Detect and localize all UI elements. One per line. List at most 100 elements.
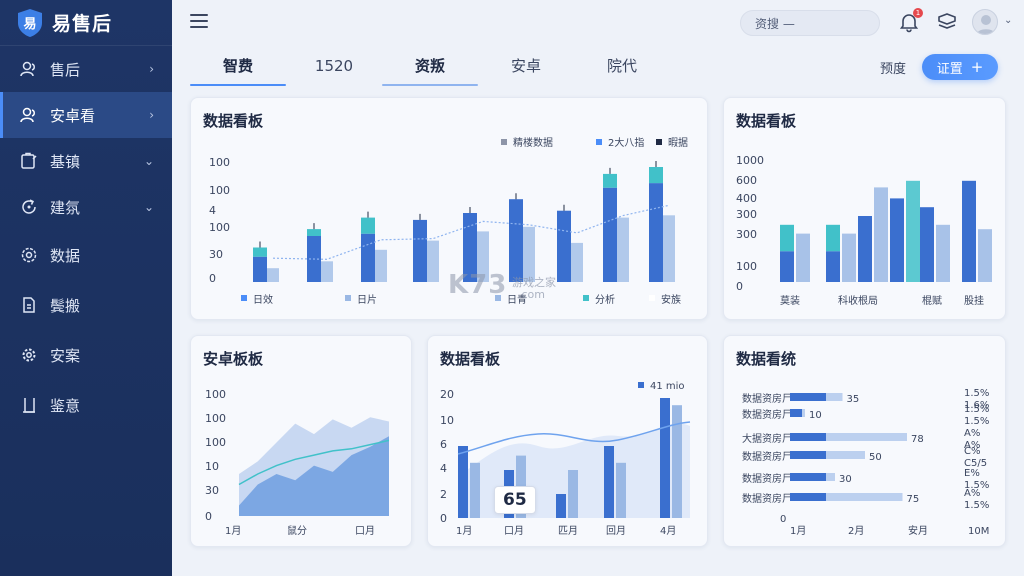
x-tick-label: 科收根局 xyxy=(838,294,878,307)
sidebar-item-label: 安卓看 xyxy=(50,106,96,125)
right-label: A% xyxy=(964,488,980,499)
card-data-board-2: 数据看板 1000 600 400 300 300 100 0 莫装 科收根局 棍赋 股挂 xyxy=(723,97,1006,320)
area-chart: 100 100 100 10 30 0 1月 鼠分 口月 xyxy=(205,388,390,537)
y-tick-label: 30 xyxy=(205,484,219,497)
add-button[interactable]: 证置 + xyxy=(922,54,998,80)
row-label: 数据资房尸 xyxy=(742,492,792,505)
avatar[interactable] xyxy=(972,9,998,35)
sidebar-item-review[interactable]: 鉴意 xyxy=(0,380,172,430)
tab-bar: 智费 1520 资叛 安卓 院代 xyxy=(190,50,670,86)
tab-1520[interactable]: 1520 xyxy=(286,50,382,86)
x-tick-label: 0 xyxy=(780,514,786,525)
y-tick-label: 100 xyxy=(205,412,226,425)
right-label: C% xyxy=(964,446,980,457)
sidebar-item-label: 安案 xyxy=(50,346,81,365)
watermark-logo: K73 xyxy=(448,270,508,300)
notification-badge: 1 xyxy=(913,8,923,18)
bar-top xyxy=(361,217,375,234)
bar-top xyxy=(826,224,840,252)
bar-main xyxy=(253,256,267,282)
y-tick-label: 0 xyxy=(440,512,447,525)
brand[interactable]: 易 易售后 xyxy=(0,0,172,46)
bar-main xyxy=(826,251,840,282)
bar-top xyxy=(780,224,794,252)
x-tick-label: 口月 xyxy=(504,525,524,537)
combo-chart: 41 mio201064201月 口月 匹月 回月 4月 xyxy=(440,381,691,537)
y-tick-label: 100 xyxy=(205,388,226,401)
x-tick-label: 股挂 xyxy=(964,294,984,307)
bar-chart-2: 10006004003003001000莫装 科收根局 棍赋 股挂 xyxy=(736,154,992,307)
chevron-down-icon: ⌄ xyxy=(143,154,154,168)
legend-swatch xyxy=(596,139,602,145)
bar-value: 50 xyxy=(869,452,882,463)
users-icon xyxy=(20,107,35,123)
bar-light xyxy=(568,470,578,518)
bar-light xyxy=(936,224,950,282)
sidebar-item-document[interactable]: 鬓搬 xyxy=(0,280,172,330)
bar-main xyxy=(458,446,468,518)
app-name: 易售后 xyxy=(52,13,113,35)
sidebar-item-android-view[interactable]: 安卓看 › xyxy=(0,92,172,138)
x-tick-label: 口月 xyxy=(355,525,375,537)
sidebar-item-label: 鬓搬 xyxy=(50,296,81,315)
bar-main xyxy=(557,210,571,282)
x-legend-swatch xyxy=(583,295,589,301)
x-legend-swatch xyxy=(649,295,655,301)
bar-top xyxy=(253,247,267,257)
card-data-board-3: 数据看板 41 mio 20 10 6 4 2 0 1月 口月 匹月 回月 4月 65 xyxy=(427,335,708,547)
y-tick-label: 100 xyxy=(205,436,226,449)
bar-main xyxy=(962,180,976,282)
y-tick-label: 1000 xyxy=(736,154,764,167)
y-tick-label: 600 xyxy=(736,174,757,187)
sidebar-item-label: 数据 xyxy=(50,246,81,265)
sidebar-item-label: 鉴意 xyxy=(50,396,81,415)
sidebar-item-data[interactable]: 数据 xyxy=(0,230,172,280)
sidebar-item-base[interactable]: 基镇 ⌄ xyxy=(0,138,172,184)
bar-value: 78 xyxy=(911,434,924,445)
legend-swatch xyxy=(501,139,507,145)
bar-light xyxy=(874,187,888,282)
y-tick-label: 6 xyxy=(440,438,447,451)
legend-label: 精楼数据 xyxy=(513,136,553,149)
hamburger-menu-icon[interactable] xyxy=(190,14,208,30)
row-label: 大据资房尸 xyxy=(742,432,792,445)
user-icon xyxy=(20,61,35,77)
plus-icon: + xyxy=(970,58,984,76)
tab-android[interactable]: 安卓 xyxy=(478,50,574,86)
x-tick-label: 安月 xyxy=(908,524,928,537)
bar-light xyxy=(427,240,439,282)
tab-agent[interactable]: 院代 xyxy=(574,50,670,86)
x-tick-label: 1月 xyxy=(225,525,241,537)
legend-label: 暇据 xyxy=(668,136,688,149)
bar-light xyxy=(978,229,992,282)
x-tick-label: 棍赋 xyxy=(922,294,942,307)
settings-icon xyxy=(21,247,37,263)
tab-resources[interactable]: 资叛 xyxy=(382,50,478,86)
filter-dropdown[interactable]: 预度 xyxy=(880,58,906,77)
x-legend-label: 日片 xyxy=(357,293,377,306)
sidebar-nav: 售后 › 安卓看 › 基镇 ⌄ 建氛 ⌄ 数据 鬓搬 安案 鉴意 xyxy=(0,46,172,430)
chevron-down-icon[interactable]: ⌄ xyxy=(1004,15,1012,26)
bar-light xyxy=(906,180,920,282)
x-tick-label: 鼠分 xyxy=(287,524,307,537)
right-label-2: 1.5% xyxy=(964,500,989,511)
right-label: A% xyxy=(964,428,980,439)
bar-main xyxy=(604,446,614,518)
bell-icon[interactable]: 1 xyxy=(898,8,923,33)
bar-main xyxy=(413,219,427,282)
y-tick-label: 100 xyxy=(209,156,230,169)
sidebar-item-aftersales[interactable]: 售后 › xyxy=(0,46,172,92)
y-tick-label: 0 xyxy=(209,272,216,285)
inbox-icon[interactable] xyxy=(936,11,958,33)
y-tick-label: 0 xyxy=(205,510,212,523)
logo-char: 易 xyxy=(23,17,36,32)
x-legend-swatch xyxy=(345,295,351,301)
sidebar-item-security[interactable]: 安案 xyxy=(0,330,172,380)
right-label-2: 1.5% xyxy=(964,416,989,427)
bar-main xyxy=(361,233,375,282)
tab-fees[interactable]: 智费 xyxy=(190,50,286,86)
search-input[interactable]: 资搜 — xyxy=(740,10,880,36)
sidebar-item-build[interactable]: 建氛 ⌄ xyxy=(0,184,172,230)
y-tick-label: 100 xyxy=(209,221,230,234)
bar-light xyxy=(672,405,682,518)
